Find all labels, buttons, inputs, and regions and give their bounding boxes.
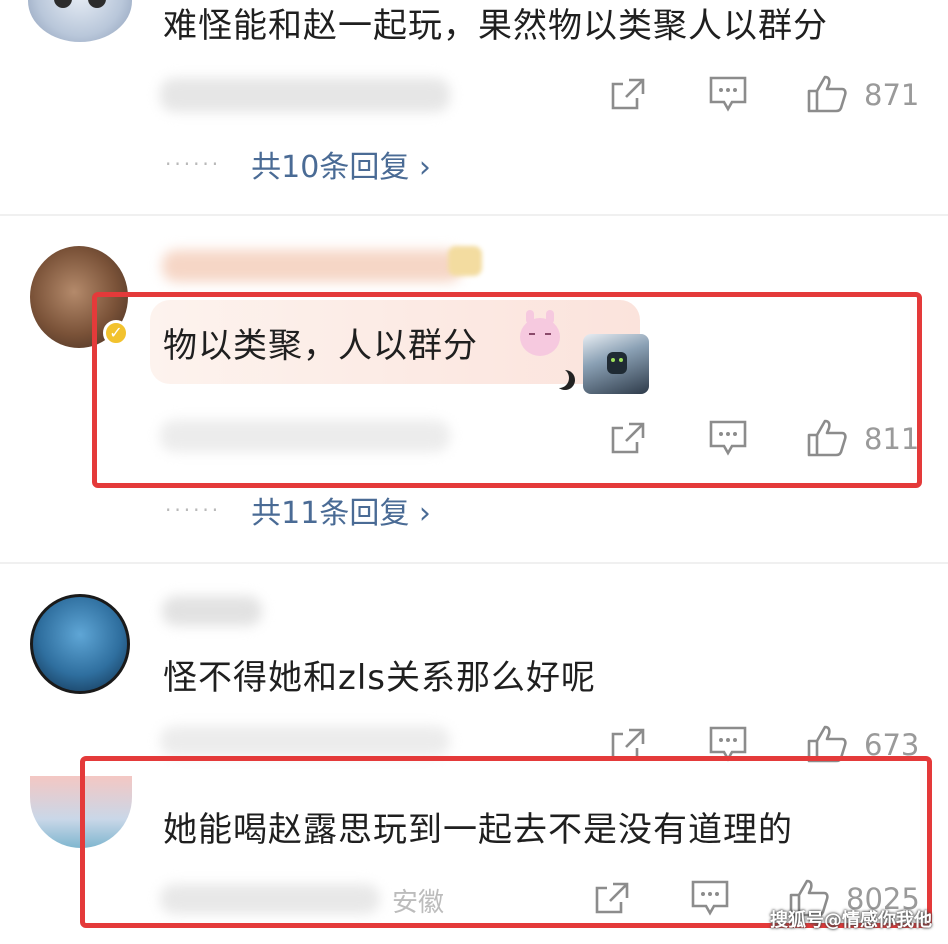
share-icon: [611, 78, 645, 110]
comment-icon: [709, 76, 747, 112]
reply-dots: ······: [165, 498, 222, 522]
chevron-right-icon: ›: [418, 496, 431, 531]
meta-blurred: [160, 78, 450, 112]
username-blurred: [162, 250, 462, 282]
highlight-box: [80, 756, 932, 928]
view-replies-label: 共10条回复: [251, 150, 410, 185]
view-replies-link[interactable]: 共11条回复 ›: [251, 488, 431, 532]
member-crown-icon: [448, 246, 482, 276]
replies-row[interactable]: ······ 共11条回复 ›: [165, 488, 431, 532]
comment-button[interactable]: [706, 74, 750, 114]
divider: [0, 562, 948, 564]
share-button[interactable]: [606, 74, 650, 114]
like-count: 871: [864, 78, 920, 112]
view-replies-link[interactable]: 共10条回复 ›: [251, 142, 431, 186]
highlight-box: [92, 292, 922, 488]
watermark: 搜狐号@情感你我他: [770, 910, 932, 931]
comment-text: 怪不得她和zls关系那么好呢: [163, 658, 597, 698]
like-button[interactable]: [804, 72, 850, 116]
thumbs-up-icon: [807, 75, 847, 113]
meta-blurred: [160, 726, 450, 756]
username-blurred: [162, 596, 262, 626]
divider: [0, 214, 948, 216]
reply-dots: ······: [165, 152, 222, 176]
chevron-right-icon: ›: [418, 150, 431, 185]
comment-text: 难怪能和赵一起玩，果然物以类聚人以群分: [163, 6, 828, 46]
avatar[interactable]: [30, 594, 130, 694]
replies-row[interactable]: ······ 共10条回复 ›: [165, 142, 431, 186]
avatar[interactable]: [28, 0, 132, 42]
view-replies-label: 共11条回复: [251, 496, 410, 531]
